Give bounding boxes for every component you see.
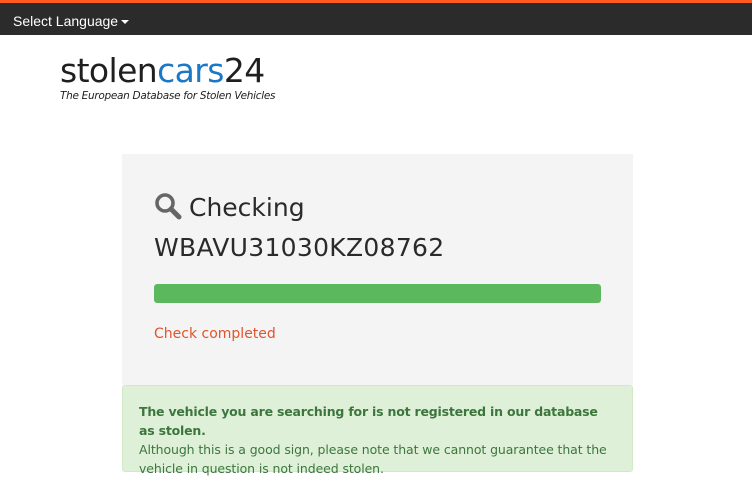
- language-select[interactable]: Select Language: [13, 11, 130, 31]
- logo-wordmark: stolencars24: [60, 52, 290, 90]
- top-bar: Select Language: [0, 0, 752, 35]
- caret-down-icon: [121, 20, 130, 24]
- progress-bar-fill: [154, 284, 601, 303]
- check-status: Check completed: [154, 326, 276, 342]
- check-heading: Checking WBAVU31030KZ08762: [154, 188, 614, 268]
- site-logo[interactable]: stolencars24 The European Database for S…: [60, 52, 290, 104]
- check-title: Checking: [189, 193, 305, 222]
- vin-number: WBAVU31030KZ08762: [154, 233, 445, 262]
- result-alert: The vehicle you are searching for is not…: [122, 385, 633, 476]
- progress-bar: [154, 284, 601, 303]
- logo-tagline: The European Database for Stolen Vehicle…: [60, 90, 276, 102]
- logo-word-24: 24: [223, 51, 265, 90]
- result-alert-headline: The vehicle you are searching for is not…: [139, 404, 598, 438]
- language-select-label: Select Language: [13, 13, 119, 29]
- logo-word-cars: cars: [157, 51, 224, 90]
- search-icon: [155, 193, 182, 220]
- check-panel: Checking WBAVU31030KZ08762 Check complet…: [122, 154, 633, 385]
- logo-word-stolen: stolen: [60, 51, 158, 90]
- result-alert-body: Although this is a good sign, please not…: [139, 442, 607, 476]
